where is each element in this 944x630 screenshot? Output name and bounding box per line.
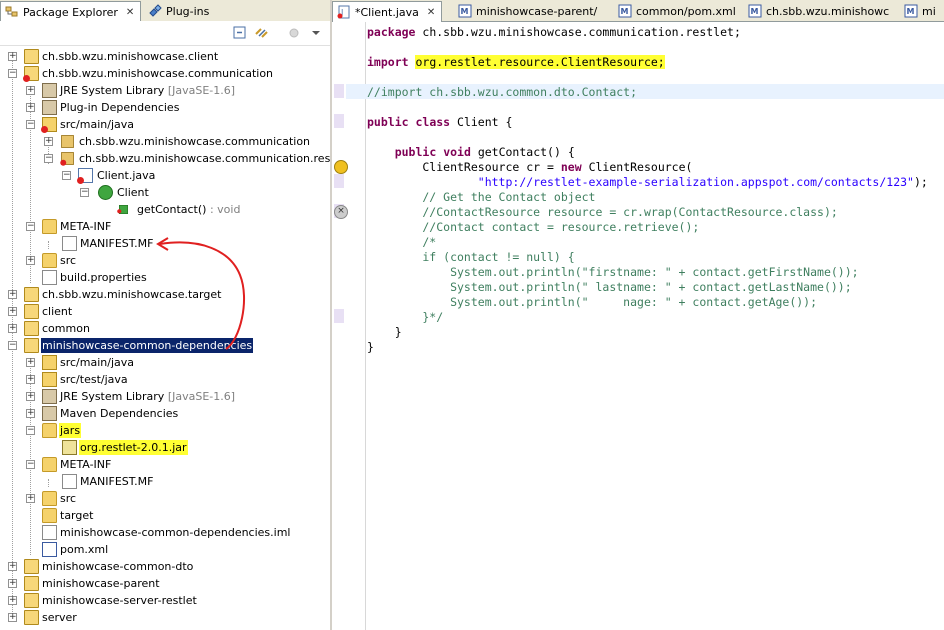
maven-pom-icon: M [748, 4, 762, 18]
highlighted-import: org.restlet.resource.ClientResource; [415, 55, 665, 69]
annotation-arrow [156, 237, 246, 350]
tab-label: common/pom.xml [636, 4, 736, 18]
svg-text:M: M [461, 7, 469, 16]
maven-pom-icon: M [458, 4, 472, 18]
java-file-icon: J [337, 5, 351, 19]
tab-minishowcase-parent[interactable]: M minishowcase-parent/ [454, 1, 603, 21]
annotation-ruler: × [332, 22, 348, 630]
maven-pom-icon: M [618, 4, 632, 18]
tab-label: minishowcase-parent/ [476, 4, 598, 18]
error-icon[interactable]: × [334, 205, 348, 219]
warning-icon[interactable] [334, 160, 348, 174]
tab-mi[interactable]: M mi [900, 1, 942, 21]
maven-pom-icon: M [904, 4, 918, 18]
svg-text:M: M [751, 7, 759, 16]
tab-label: ch.sbb.wzu.minishowc [766, 4, 890, 18]
svg-text:M: M [621, 7, 629, 16]
close-icon[interactable]: ✕ [427, 7, 435, 18]
code-editor[interactable]: × package ch.sbb.wzu.minishowcase.commun… [332, 22, 944, 630]
tab-label: mi [922, 4, 936, 18]
svg-text:M: M [907, 7, 915, 16]
tab-label: *Client.java [355, 5, 419, 19]
editor-tab-bar: J *Client.java ✕ M minishowcase-parent/ … [332, 0, 944, 22]
tab-common-pom[interactable]: M common/pom.xml [614, 1, 742, 21]
tab-ch-sbb-wzu[interactable]: M ch.sbb.wzu.minishowc [744, 1, 895, 21]
tab-client-java[interactable]: J *Client.java ✕ [332, 1, 443, 22]
editor-area: J *Client.java ✕ M minishowcase-parent/ … [332, 0, 944, 630]
package-explorer-view: Package Explorer ✕ Plug-ins + ch.sbb.wzu… [0, 0, 331, 630]
